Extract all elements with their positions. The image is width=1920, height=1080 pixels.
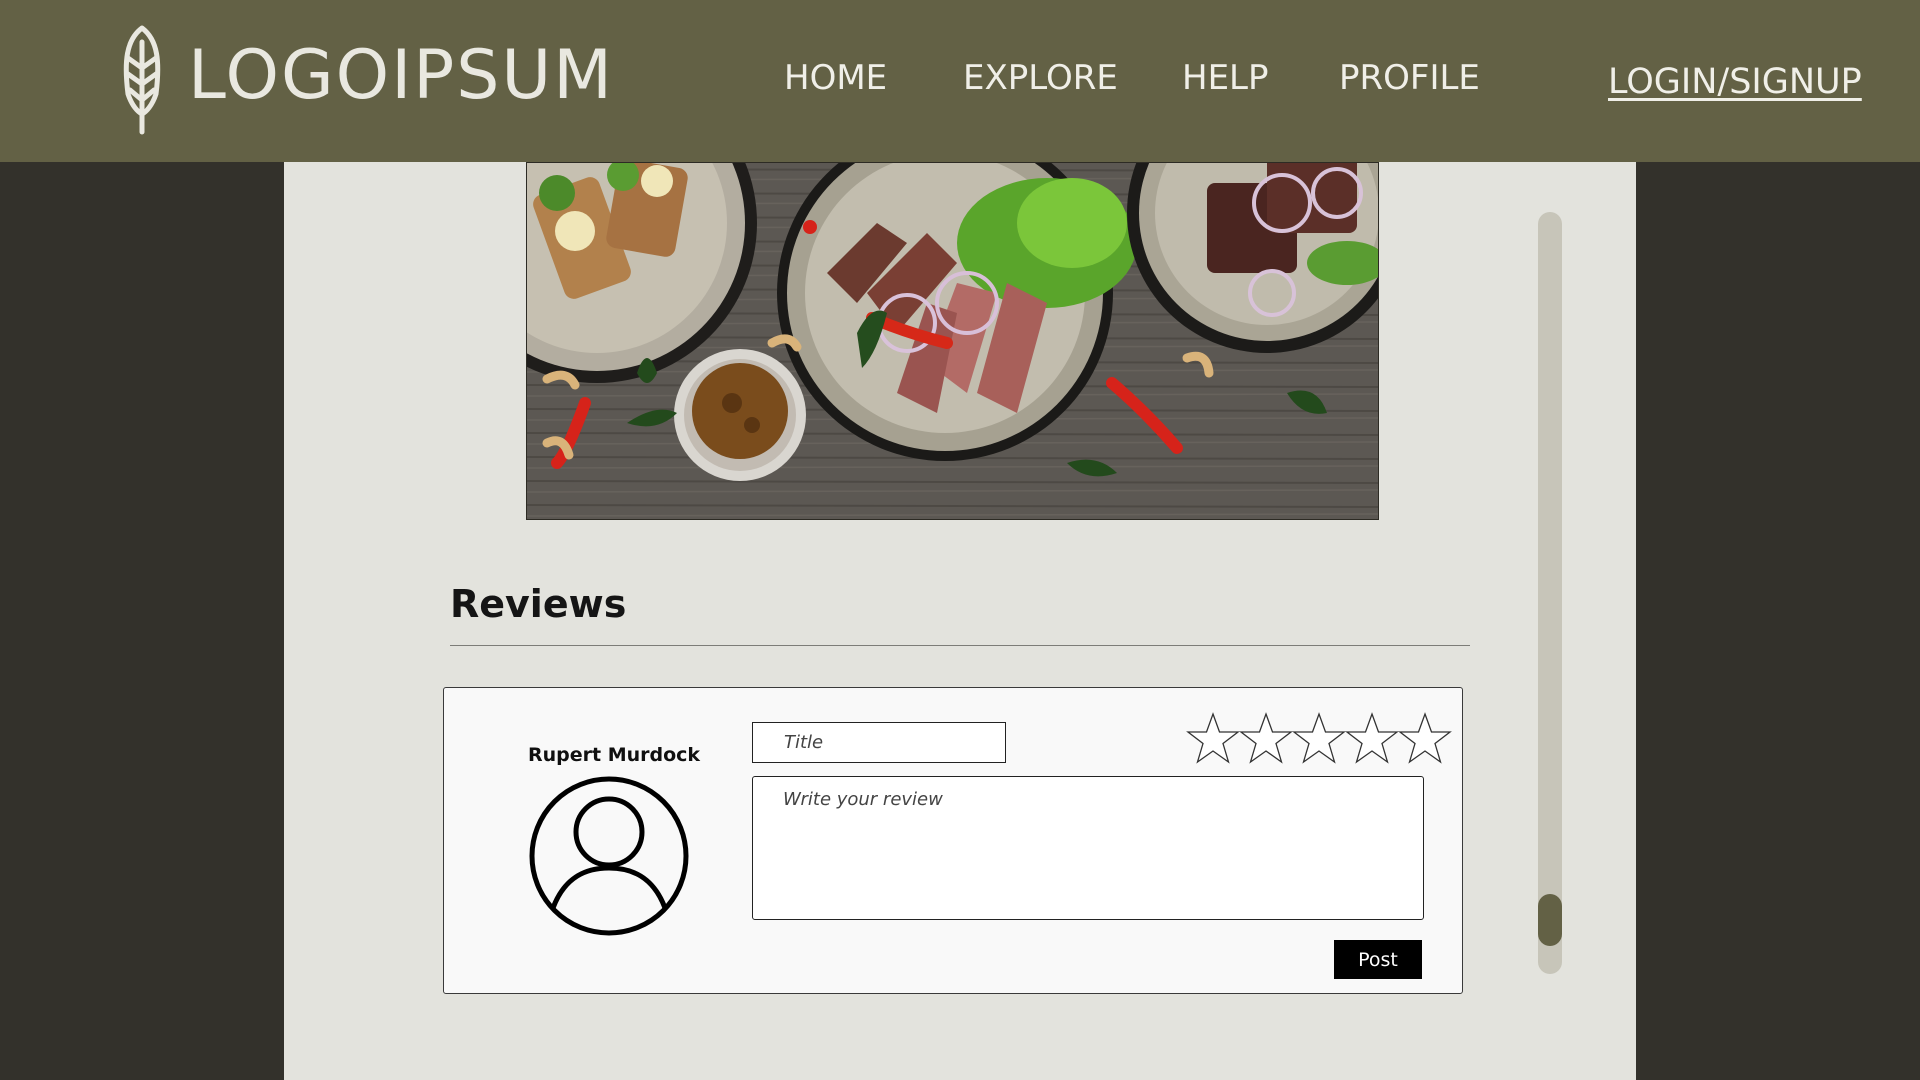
wheat-icon (123, 25, 161, 135)
nav-explore[interactable]: EXPLORE (963, 58, 1118, 98)
reviews-divider (450, 645, 1470, 646)
scrollbar-track[interactable] (1538, 212, 1562, 974)
review-form-card: Rupert Murdock Post (443, 687, 1463, 994)
site-logo[interactable]: LOGOIPSUM (118, 22, 612, 138)
food-photo-illustration (527, 163, 1378, 519)
main-content: Reviews Rupert Murdock Title Write your … (284, 162, 1636, 1080)
review-text-input[interactable] (752, 776, 1424, 920)
star-icon-4[interactable] (1345, 712, 1399, 766)
nav-help[interactable]: HELP (1182, 58, 1269, 98)
user-avatar-icon (529, 776, 689, 936)
reviews-heading: Reviews (450, 582, 627, 626)
star-icon-5[interactable] (1398, 712, 1452, 766)
nav-profile[interactable]: PROFILE (1339, 58, 1480, 98)
login-signup-link[interactable]: LOGIN/SIGNUP (1608, 62, 1862, 102)
star-icon-2[interactable] (1239, 712, 1293, 766)
star-icon-1[interactable] (1186, 712, 1240, 766)
review-title-input[interactable] (752, 722, 1006, 763)
food-photo (526, 162, 1379, 520)
scrollbar-thumb[interactable] (1538, 894, 1562, 946)
star-rating[interactable] (1186, 712, 1454, 768)
star-icon-3[interactable] (1292, 712, 1346, 766)
logo-text: LOGOIPSUM (188, 36, 614, 115)
post-review-button[interactable]: Post (1334, 940, 1422, 979)
site-header: LOGOIPSUM HOME EXPLORE HELP PROFILE LOGI… (0, 0, 1920, 162)
nav-home[interactable]: HOME (784, 58, 887, 98)
reviewer-name: Rupert Murdock (528, 744, 701, 766)
